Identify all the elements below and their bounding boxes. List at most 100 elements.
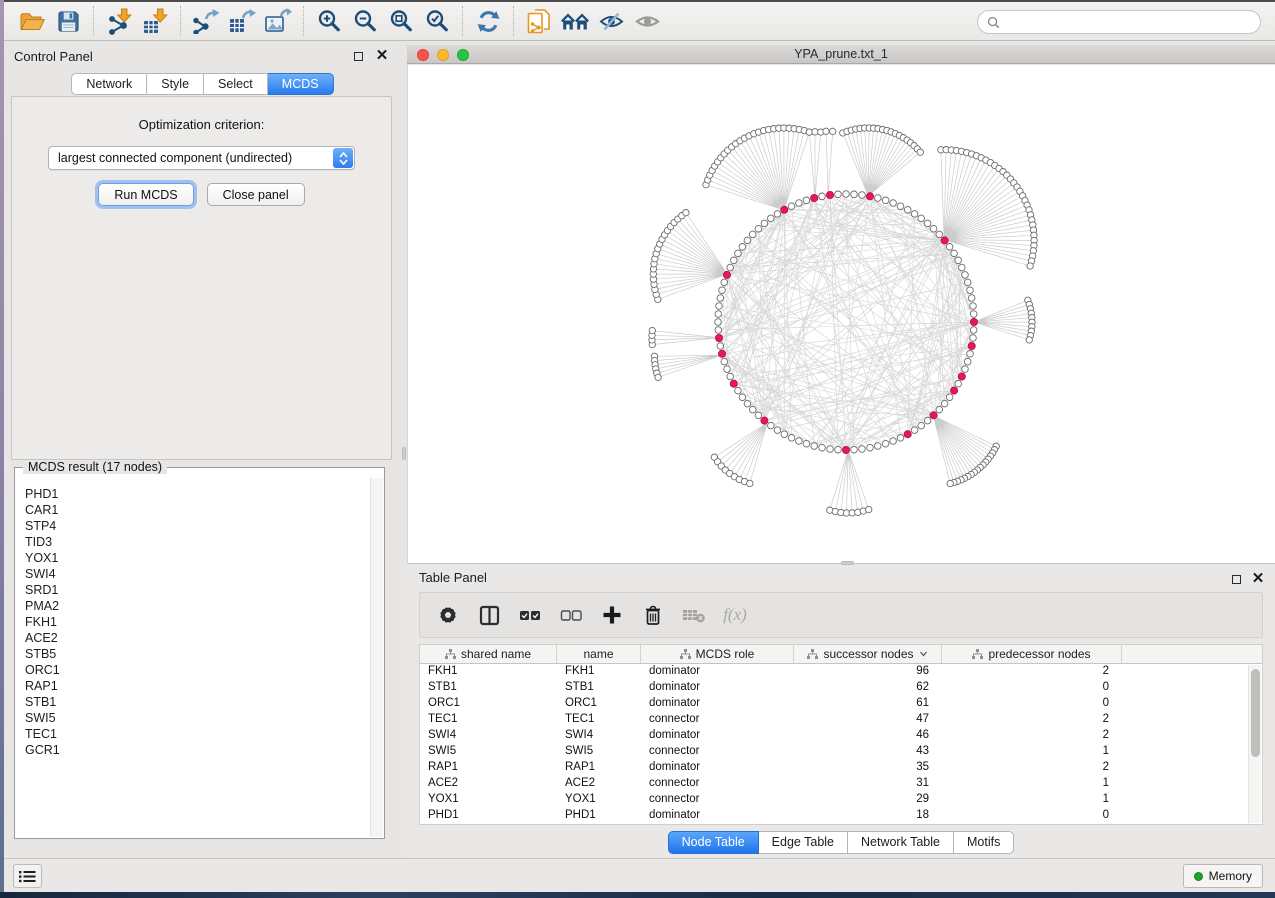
mcds-result-list[interactable]: PHD1CAR1STP4TID3YOX1SWI4SRD1PMA2FKH1ACE2… [16, 478, 370, 837]
ring-node[interactable] [955, 257, 962, 264]
ring-node[interactable] [739, 394, 746, 401]
ring-node[interactable] [936, 231, 943, 238]
table-scrollbar-thumb[interactable] [1251, 669, 1260, 757]
ring-node[interactable] [744, 237, 751, 244]
ring-node[interactable] [964, 279, 971, 286]
ring-node[interactable] [744, 400, 751, 407]
mcds-result-item[interactable]: PMA2 [25, 598, 370, 614]
ring-node[interactable] [739, 244, 746, 251]
ring-node[interactable] [967, 351, 974, 358]
column-header-successor-nodes[interactable]: successor nodes [794, 645, 942, 663]
satellite-node[interactable] [649, 327, 655, 333]
minimize-window-button[interactable] [437, 49, 449, 61]
ring-node[interactable] [788, 203, 795, 210]
ring-node[interactable] [959, 264, 966, 271]
table-row[interactable]: ORC1ORC1dominator610 [420, 696, 1262, 712]
satellite-node[interactable] [747, 480, 753, 486]
mcds-result-item[interactable]: SWI5 [25, 710, 370, 726]
ring-node[interactable] [843, 191, 850, 198]
export-image-button[interactable] [260, 4, 296, 38]
ring-node[interactable] [717, 295, 724, 302]
export-network-button[interactable] [188, 4, 224, 38]
ring-node[interactable] [835, 446, 842, 453]
horizontal-splitter-handle[interactable] [841, 561, 854, 565]
ring-node[interactable] [897, 435, 904, 442]
satellite-node[interactable] [655, 374, 661, 380]
ring-node[interactable] [851, 446, 858, 453]
ring-node[interactable] [735, 387, 742, 394]
table-row[interactable]: PHD1PHD1dominator180 [420, 808, 1262, 824]
ring-node[interactable] [835, 191, 842, 198]
ring-node[interactable] [721, 358, 728, 365]
ring-node[interactable] [968, 295, 975, 302]
column-header-name[interactable]: name [557, 645, 641, 663]
overview-button[interactable] [557, 4, 593, 38]
mcds-hub-node[interactable] [941, 237, 948, 244]
ring-node[interactable] [727, 373, 734, 380]
delete-table-button[interactable] [682, 603, 706, 627]
ring-node[interactable] [715, 319, 722, 326]
ring-node[interactable] [875, 443, 882, 450]
tab-network[interactable]: Network [71, 73, 147, 95]
unselect-all-button[interactable] [559, 603, 583, 627]
ring-node[interactable] [897, 203, 904, 210]
ring-node[interactable] [727, 264, 734, 271]
mcds-hub-node[interactable] [951, 387, 958, 394]
close-window-button[interactable] [417, 49, 429, 61]
mcds-hub-node[interactable] [970, 318, 977, 325]
ring-node[interactable] [803, 197, 810, 204]
ring-node[interactable] [882, 440, 889, 447]
ring-node[interactable] [859, 192, 866, 199]
zoom-out-button[interactable] [347, 4, 383, 38]
tab-edge-table[interactable]: Edge Table [759, 831, 848, 854]
optimization-criterion-select[interactable]: largest connected component (undirected) [48, 146, 355, 170]
ring-node[interactable] [731, 257, 738, 264]
zoom-fit-button[interactable] [383, 4, 419, 38]
ring-node[interactable] [890, 438, 897, 445]
search-input[interactable] [1006, 15, 1251, 29]
show-graphics-details-button[interactable] [629, 4, 665, 38]
save-button[interactable] [50, 4, 86, 38]
ring-node[interactable] [749, 231, 756, 238]
select-all-button[interactable] [518, 603, 542, 627]
tab-style[interactable]: Style [147, 73, 204, 95]
ring-node[interactable] [970, 303, 977, 310]
delete-column-button[interactable] [641, 603, 665, 627]
table-scrollbar[interactable] [1248, 665, 1261, 823]
float-table-panel-button[interactable] [1229, 572, 1243, 586]
column-header-predecessor-nodes[interactable]: predecessor nodes [942, 645, 1122, 663]
network-window-titlebar[interactable]: YPA_prune.txt_1 [407, 45, 1275, 64]
satellite-node[interactable] [823, 128, 829, 134]
ring-node[interactable] [721, 279, 728, 286]
ring-node[interactable] [904, 207, 911, 214]
column-layout-button[interactable] [477, 603, 501, 627]
ring-node[interactable] [890, 200, 897, 207]
mcds-hub-node[interactable] [958, 373, 965, 380]
mcds-result-item[interactable]: ACE2 [25, 630, 370, 646]
ring-node[interactable] [768, 422, 775, 429]
table-row[interactable]: ACE2ACE2connector311 [420, 776, 1262, 792]
table-row[interactable]: FKH1FKH1dominator962 [420, 664, 1262, 680]
mcds-result-item[interactable]: TID3 [25, 534, 370, 550]
splitter-handle[interactable] [402, 447, 406, 460]
ring-node[interactable] [962, 272, 969, 279]
tab-motifs[interactable]: Motifs [954, 831, 1014, 854]
mcds-result-item[interactable]: ORC1 [25, 662, 370, 678]
column-header-MCDS-role[interactable]: MCDS role [641, 645, 794, 663]
ring-node[interactable] [936, 406, 943, 413]
ring-node[interactable] [882, 197, 889, 204]
ring-node[interactable] [796, 438, 803, 445]
ring-node[interactable] [735, 250, 742, 257]
ring-node[interactable] [930, 225, 937, 232]
mcds-hub-node[interactable] [826, 191, 833, 198]
table-row[interactable]: TEC1TEC1connector472 [420, 712, 1262, 728]
table-settings-button[interactable] [436, 603, 460, 627]
satellite-node[interactable] [1027, 263, 1033, 269]
ring-node[interactable] [962, 366, 969, 373]
ring-node[interactable] [715, 327, 722, 334]
search-field[interactable] [977, 10, 1261, 34]
mcds-hub-node[interactable] [781, 206, 788, 213]
mcds-hub-node[interactable] [811, 194, 818, 201]
run-mcds-button[interactable]: Run MCDS [98, 183, 193, 206]
ring-node[interactable] [867, 444, 874, 451]
